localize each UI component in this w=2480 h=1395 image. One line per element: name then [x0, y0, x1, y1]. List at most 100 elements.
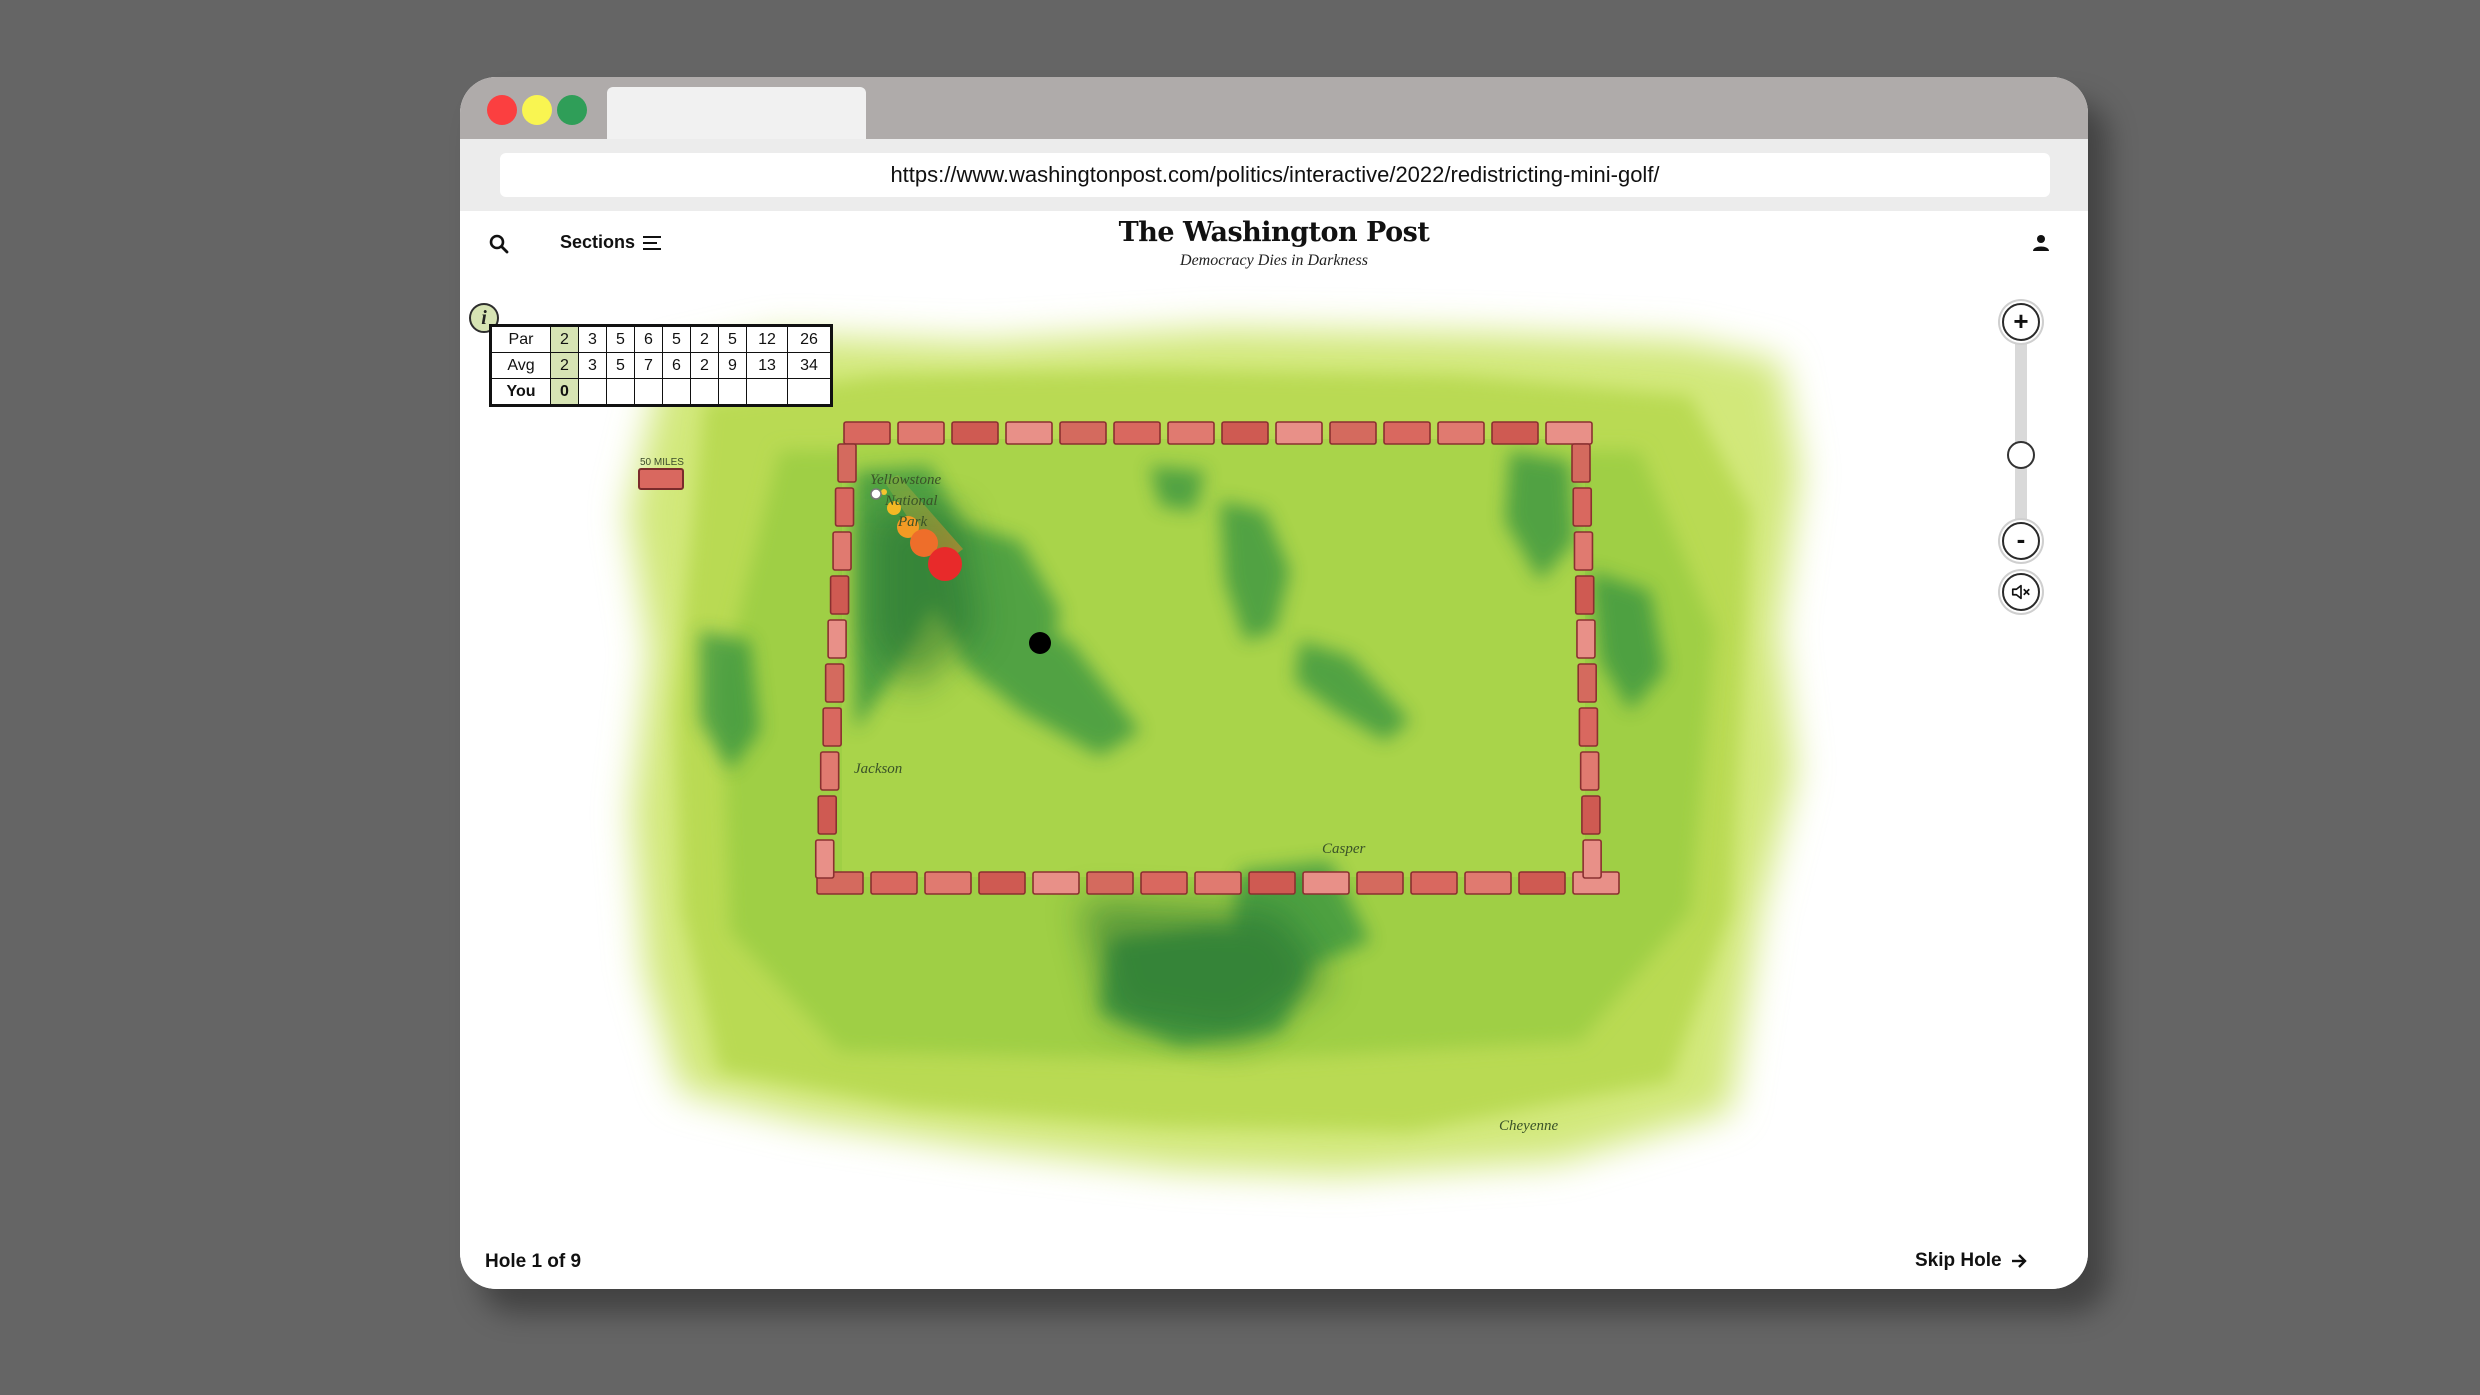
wall-brick [834, 487, 855, 527]
score-cell: 26 [787, 325, 832, 353]
detached-brick [638, 468, 684, 490]
score-cell [662, 378, 691, 406]
score-cell: 2 [690, 352, 719, 379]
score-cell [787, 378, 832, 406]
score-cell [578, 378, 607, 406]
wall-brick [832, 531, 852, 571]
wall-brick [1545, 421, 1593, 445]
wall-brick [819, 751, 840, 791]
wall-brick [1248, 871, 1296, 895]
park-label-line1: Yellowstone [870, 472, 941, 488]
wall-brick [1275, 421, 1323, 445]
wall-brick [1356, 871, 1404, 895]
maximize-window-button[interactable] [557, 95, 587, 125]
score-cell: 5 [606, 352, 635, 379]
sections-label: Sections [560, 232, 636, 252]
park-label-line2: National [884, 493, 938, 509]
score-cell: 5 [718, 325, 747, 353]
wall-brick [1032, 871, 1080, 895]
wall-brick [1113, 421, 1161, 445]
score-cell: 12 [746, 325, 788, 353]
wall-brick [824, 663, 845, 703]
zoom-slider-handle[interactable] [2007, 441, 2035, 469]
score-cell [690, 378, 719, 406]
masthead[interactable]: The Washington Post Democracy Dies in Da… [1024, 217, 1524, 270]
casper-label: Casper [1322, 841, 1366, 857]
wall-brick [817, 795, 838, 835]
row-label: Avg [490, 352, 551, 379]
browser-tab[interactable] [607, 87, 866, 139]
row-label: Par [490, 325, 551, 353]
wall-brick [1005, 421, 1053, 445]
cheyenne-label: Cheyenne [1499, 1118, 1558, 1134]
speaker-muted-icon [2011, 584, 2030, 600]
wall-brick [829, 575, 850, 615]
wall-brick [1140, 871, 1188, 895]
user-icon[interactable] [2031, 233, 2051, 253]
close-window-button[interactable] [487, 95, 517, 125]
zoom-out-button[interactable]: - [2002, 522, 2040, 560]
row-label: You [490, 378, 551, 406]
wall-brick [1302, 871, 1350, 895]
scorecard-row-avg: Avg 2 3 5 7 6 2 9 13 34 [490, 352, 832, 379]
score-cell: 6 [634, 325, 663, 353]
score-cell: 13 [746, 352, 788, 379]
wall-brick [1518, 871, 1566, 895]
url-field[interactable]: https://www.washingtonpost.com/politics/… [500, 153, 2050, 197]
wall-brick [1578, 707, 1599, 747]
browser-window: https://www.washingtonpost.com/politics/… [460, 77, 2088, 1289]
site-tagline: Democracy Dies in Darkness [1180, 252, 1368, 269]
wall-brick [837, 443, 857, 483]
wall-brick [1579, 751, 1600, 791]
minimize-window-button[interactable] [522, 95, 552, 125]
score-cell: 34 [787, 352, 832, 379]
score-cell: 9 [718, 352, 747, 379]
score-cell: 3 [578, 325, 607, 353]
wall-brick [1383, 421, 1431, 445]
wall-brick [822, 707, 842, 747]
score-cell: 5 [606, 325, 635, 353]
fairway [842, 439, 1585, 877]
wall-brick [870, 871, 918, 895]
wall-brick [1576, 619, 1596, 659]
page-content: 50 MILES Yellowstone National Park Jacks… [460, 211, 2088, 1289]
wall-brick [951, 421, 999, 445]
wall-brick [843, 421, 891, 445]
wall-brick [1086, 871, 1134, 895]
wall-brick [1167, 421, 1215, 445]
score-cell: 7 [634, 352, 663, 379]
park-label-line3: Park [897, 514, 928, 530]
site-logo[interactable]: The Washington Post [1024, 217, 1524, 248]
wall-brick [1194, 871, 1242, 895]
mute-button[interactable] [2002, 573, 2040, 611]
menu-icon [643, 235, 662, 250]
zoom-in-button[interactable]: + [2002, 303, 2040, 341]
score-cell: 2 [550, 352, 579, 379]
wall-brick [978, 871, 1026, 895]
aim-power-indicator [928, 547, 962, 581]
tab-bar [460, 77, 2088, 139]
score-cell [606, 378, 635, 406]
wall-brick [1573, 531, 1594, 571]
wall-brick [1221, 421, 1269, 445]
wall-brick [1571, 443, 1591, 483]
jackson-label: Jackson [854, 761, 902, 777]
wall-brick [814, 839, 835, 879]
wall-brick [1464, 871, 1512, 895]
wall-brick [1491, 421, 1539, 445]
wall-brick [1581, 795, 1601, 835]
wall-brick [1582, 839, 1602, 879]
golf-ball[interactable] [870, 488, 882, 500]
score-cell: 0 [550, 378, 579, 406]
sections-menu-button[interactable]: Sections [560, 232, 662, 253]
score-cell: 5 [662, 325, 691, 353]
wall-brick [1577, 663, 1597, 703]
wall-brick [827, 619, 847, 659]
skip-hole-button[interactable]: Skip Hole [1915, 1250, 2028, 1272]
search-icon[interactable] [488, 233, 510, 255]
wall-brick [897, 421, 945, 445]
zoom-slider-track[interactable] [2015, 341, 2027, 524]
score-cell: 2 [550, 325, 579, 353]
scorecard-row-you: You 0 [490, 378, 832, 406]
scale-label: 50 MILES [640, 457, 684, 468]
